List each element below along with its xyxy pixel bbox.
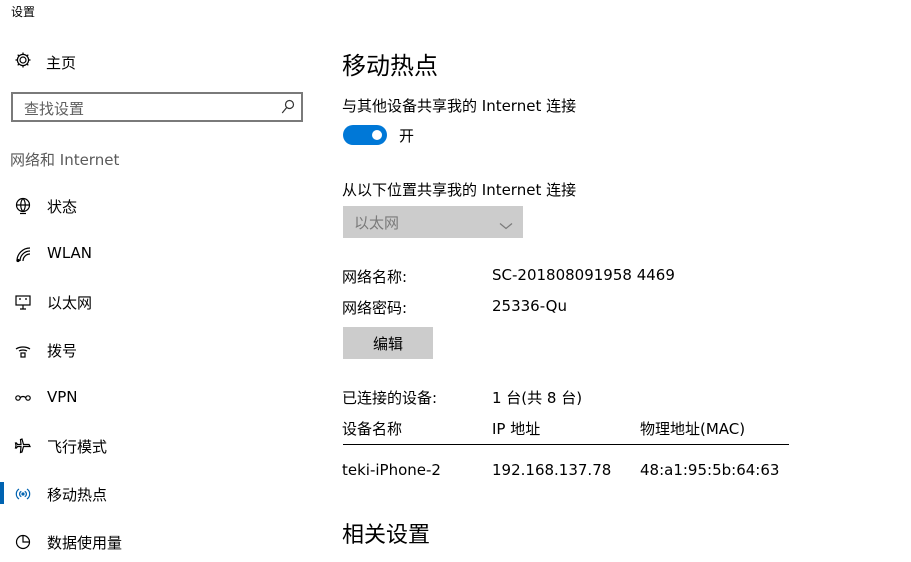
sidebar-item-hotspot[interactable]: 移动热点 [0, 474, 310, 514]
table-header-mac: 物理地址(MAC) [640, 420, 746, 438]
share-from-select[interactable]: 以太网 [343, 206, 523, 238]
connected-devices-label: 已连接的设备: [342, 389, 438, 407]
globe-icon [14, 197, 32, 215]
sidebar-home[interactable]: 主页 [14, 52, 76, 72]
toggle-state-label: 开 [399, 127, 415, 145]
search-icon[interactable] [281, 99, 295, 119]
airplane-icon [14, 437, 32, 455]
vpn-icon [14, 389, 32, 407]
network-name-label: 网络名称: [342, 268, 408, 286]
network-password-label: 网络密码: [342, 299, 408, 317]
network-name-value: SC-201808091958 4469 [492, 266, 675, 284]
sidebar-section-heading: 网络和 Internet [10, 151, 120, 169]
sidebar-item-data-usage[interactable]: 数据使用量 [0, 522, 310, 562]
window-title: 设置 [11, 5, 36, 19]
table-cell-ip: 192.168.137.78 [492, 461, 612, 479]
toggle-knob [372, 130, 382, 140]
share-from-label: 从以下位置共享我的 Internet 连接 [342, 181, 577, 199]
edit-button[interactable]: 编辑 [343, 327, 433, 359]
table-divider [343, 444, 789, 445]
hotspot-toggle[interactable] [343, 125, 387, 145]
sidebar-item-label: 数据使用量 [47, 534, 123, 552]
hotspot-icon [14, 485, 32, 503]
table-cell-mac: 48:a1:95:5b:64:63 [640, 461, 780, 479]
ethernet-icon [14, 293, 32, 311]
search-placeholder: 查找设置 [24, 100, 85, 118]
sidebar-item-ethernet[interactable]: 以太网 [0, 282, 310, 322]
table-header-ip: IP 地址 [492, 420, 541, 438]
table-cell-device-name: teki-iPhone-2 [342, 461, 441, 479]
selected-indicator [0, 482, 4, 504]
sidebar-item-label: VPN [47, 388, 78, 406]
sidebar-item-label: 移动热点 [47, 486, 108, 504]
gear-icon [14, 51, 32, 73]
sidebar-item-label: 飞行模式 [47, 438, 108, 456]
chevron-down-icon [499, 216, 513, 235]
sidebar-item-status[interactable]: 状态 [0, 186, 310, 226]
search-input[interactable]: 查找设置 [11, 92, 303, 122]
share-label: 与其他设备共享我的 Internet 连接 [342, 97, 577, 115]
sidebar-item-label: 状态 [47, 198, 78, 216]
network-password-value: 25336-Qu [492, 297, 567, 315]
dialup-icon [14, 341, 32, 359]
sidebar-home-label: 主页 [46, 53, 77, 72]
connected-devices-value: 1 台(共 8 台) [492, 389, 583, 407]
sidebar-item-label: 拨号 [47, 342, 78, 360]
sidebar-item-vpn[interactable]: VPN [0, 378, 310, 418]
sidebar-item-wlan[interactable]: WLAN [0, 234, 310, 274]
page-title: 移动热点 [342, 52, 438, 80]
wifi-icon [14, 245, 32, 263]
sidebar-item-airplane[interactable]: 飞行模式 [0, 426, 310, 466]
sidebar-item-label: 以太网 [47, 294, 93, 312]
related-settings-title: 相关设置 [342, 523, 431, 548]
table-header-device-name: 设备名称 [342, 420, 403, 438]
share-from-value: 以太网 [354, 214, 400, 232]
data-usage-icon [14, 533, 32, 551]
sidebar-item-label: WLAN [47, 244, 93, 262]
sidebar-item-dialup[interactable]: 拨号 [0, 330, 310, 370]
